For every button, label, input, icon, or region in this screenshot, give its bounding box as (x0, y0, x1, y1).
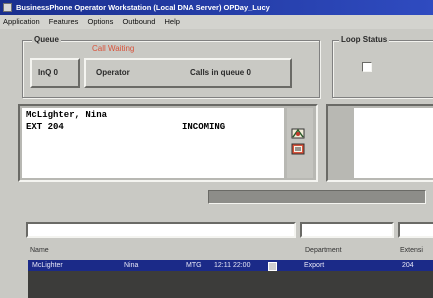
menu-application[interactable]: Application (3, 17, 40, 26)
phone-book-icon[interactable] (291, 142, 305, 156)
name-search-field[interactable] (26, 222, 296, 238)
call-info-display: McLighter, Nina EXT 204 INCOMING (22, 108, 284, 178)
calls-in-queue-label: Calls in queue 0 (190, 68, 251, 77)
loop-status-legend: Loop Status (339, 35, 390, 44)
row-department: Export (304, 262, 325, 269)
operator-label: Operator (96, 68, 130, 77)
calls-panel: Operator Calls in queue 0 (84, 58, 292, 88)
app-icon[interactable] (3, 3, 12, 12)
queue-status-text: Call Waiting (92, 44, 135, 53)
transfer-call-icon[interactable] (291, 126, 305, 140)
secondary-display (354, 108, 433, 178)
call-icons-column (287, 108, 313, 178)
menu-help[interactable]: Help (165, 17, 180, 26)
loop-status-checkbox[interactable] (362, 62, 372, 72)
caller-extension: EXT 204 (26, 122, 64, 132)
menu-outbound[interactable]: Outbound (122, 17, 155, 26)
column-name[interactable]: Name (30, 247, 49, 254)
directory-list-area (28, 271, 433, 298)
queue-legend: Queue (32, 35, 61, 44)
menu-options[interactable]: Options (88, 17, 114, 26)
window-title: BusinessPhone Operator Workstation (Loca… (16, 3, 270, 12)
loop-status-group (332, 40, 433, 98)
row-status-icon (268, 262, 277, 271)
row-extension: 204 (402, 262, 414, 269)
extension-search-field[interactable] (398, 222, 433, 238)
progress-bar (208, 190, 426, 204)
title-bar: BusinessPhone Operator Workstation (Loca… (0, 0, 433, 15)
column-department[interactable]: Department (305, 247, 342, 254)
table-row[interactable]: McLighter Nina MTG 12:11 22:00 Export 20… (28, 260, 433, 271)
row-time: 12:11 22:00 (214, 262, 251, 269)
column-extension[interactable]: Extensi (400, 247, 423, 254)
row-code: MTG (186, 262, 202, 269)
row-first-name: Nina (124, 262, 139, 269)
caller-name: McLighter, Nina (26, 110, 108, 120)
inq-counter: InQ 0 (30, 58, 80, 88)
menu-bar: Application Features Options Outbound He… (0, 15, 433, 29)
menu-features[interactable]: Features (49, 17, 79, 26)
department-search-field[interactable] (300, 222, 394, 238)
inq-label: InQ 0 (38, 68, 59, 77)
call-state: INCOMING (182, 122, 226, 132)
row-last-name: McLighter (32, 262, 63, 269)
